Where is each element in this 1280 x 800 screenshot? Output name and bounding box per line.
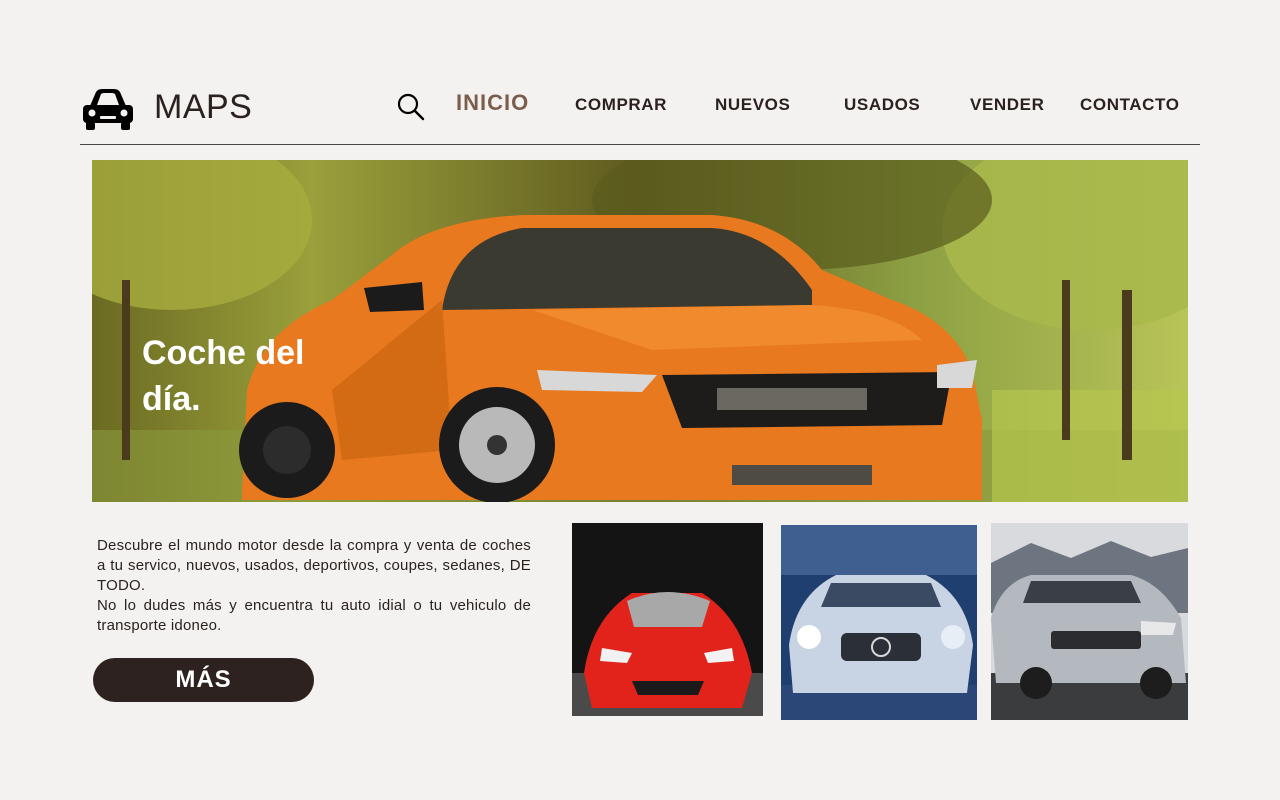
nav-item-usados[interactable]: USADOS	[844, 94, 920, 116]
nav-item-contacto[interactable]: CONTACTO	[1080, 94, 1180, 116]
nav-item-comprar[interactable]: COMPRAR	[575, 94, 667, 116]
search-icon[interactable]	[396, 92, 426, 122]
intro-text: Descubre el mundo motor desde la compra …	[97, 536, 531, 636]
hero-title: Coche del día.	[142, 330, 342, 422]
nav-item-vender[interactable]: VENDER	[970, 94, 1044, 116]
nav-item-inicio[interactable]: INICIO	[456, 92, 529, 114]
hero-title-line-2: día.	[142, 380, 201, 418]
intro-paragraph-1: Descubre el mundo motor desde la compra …	[97, 537, 531, 594]
hero-title-line-1: Coche del	[142, 334, 305, 372]
more-button[interactable]: MÁS	[93, 658, 314, 702]
intro-paragraph-2: No lo dudes más y encuentra tu auto idia…	[97, 597, 531, 634]
brand-name[interactable]: MAPS	[154, 86, 252, 128]
thumbnail-silver-mercedes[interactable]	[781, 525, 977, 720]
hero-banner[interactable]: Coche del día.	[92, 160, 1188, 502]
nav-item-nuevos[interactable]: NUEVOS	[715, 94, 790, 116]
thumbnail-silver-suv[interactable]	[991, 523, 1188, 720]
thumbnail-red-sports-car[interactable]	[572, 523, 763, 716]
car-icon[interactable]	[80, 86, 136, 134]
page: MAPS INICIO COMPRAR NUEVOS USADOS VENDER…	[0, 0, 1280, 800]
header-divider	[80, 144, 1200, 145]
